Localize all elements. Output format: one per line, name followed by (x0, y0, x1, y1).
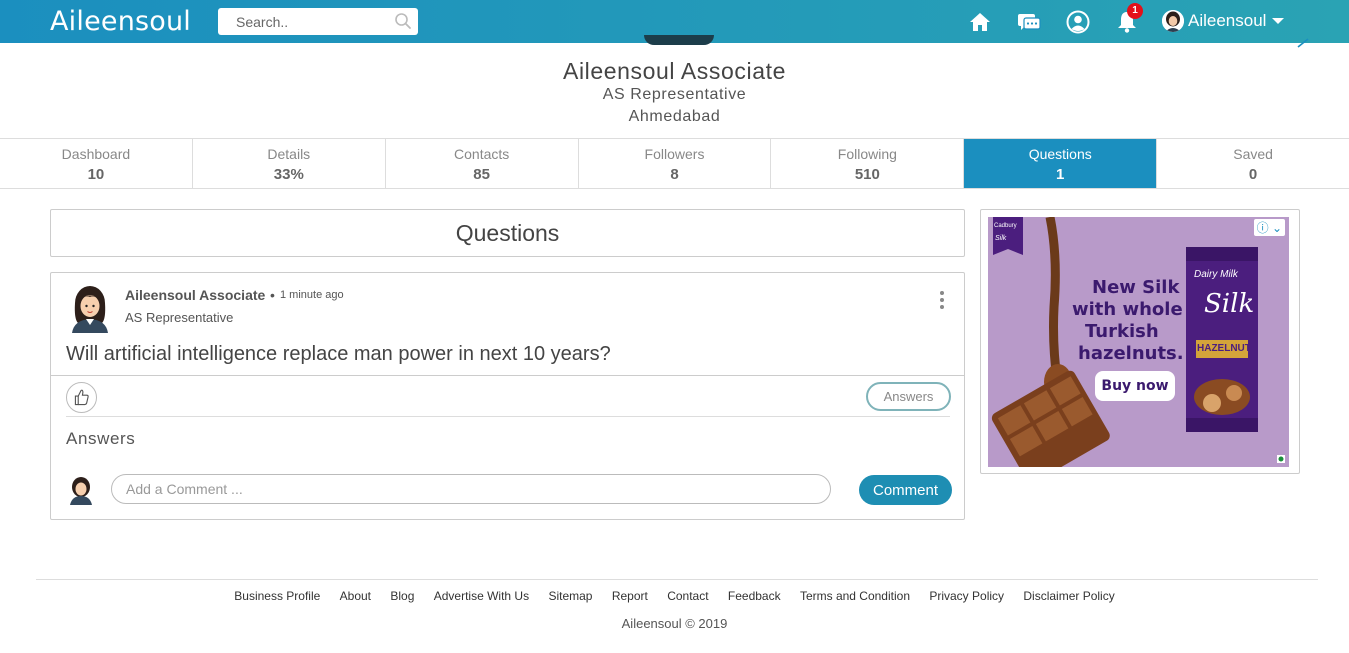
commenter-avatar (70, 477, 92, 505)
footer-links: Business Profile About Blog Advertise Wi… (0, 589, 1349, 603)
profile-stats-tabs: Dashboard 10 Details 33% Contacts 85 Follow… (0, 138, 1349, 189)
tab-followers[interactable]: Followers 8 (579, 139, 772, 188)
footer-link-business-profile[interactable]: Business Profile (234, 589, 320, 603)
more-options-icon[interactable] (939, 291, 945, 311)
tab-label: Saved (1233, 146, 1273, 162)
footer-link-report[interactable]: Report (612, 589, 648, 603)
author-name[interactable]: Aileensoul Associate (125, 287, 265, 303)
footer-link-about[interactable]: About (340, 589, 371, 603)
author-role: AS Representative (125, 310, 234, 325)
chevron-down-icon (1272, 18, 1285, 24)
ad-info-icon[interactable]: ⓘ ⌄ (1253, 219, 1285, 236)
ad-banner[interactable]: New Silk with whole Turkish hazelnuts. B… (988, 217, 1289, 467)
answers-button[interactable]: Answers (866, 382, 951, 411)
ad-product-brand: Dairy Milk (1194, 269, 1238, 280)
search-input[interactable] (218, 8, 418, 35)
ad-headline-2: with whole (1072, 299, 1183, 320)
footer-divider (36, 579, 1318, 580)
question-text[interactable]: Will artificial intelligence replace man… (66, 343, 611, 366)
footer-link-advertise[interactable]: Advertise With Us (434, 589, 529, 603)
divider (51, 375, 964, 376)
footer-link-blog[interactable]: Blog (390, 589, 414, 603)
brand-logo[interactable]: Aileensoul (50, 6, 191, 37)
comment-button[interactable]: Comment (859, 475, 952, 505)
ad-headline-1: New Silk (1092, 277, 1180, 298)
question-card: Aileensoul Associate • 1 minute ago AS R… (50, 272, 965, 520)
tab-count: 85 (473, 166, 490, 183)
ad-buy-now-button[interactable]: Buy now (1095, 371, 1175, 401)
ad-product-variant: HAZELNUT (1197, 343, 1251, 354)
footer-link-sitemap[interactable]: Sitemap (548, 589, 592, 603)
user-menu[interactable]: Aileensoul (1162, 9, 1285, 33)
contacts-icon[interactable] (1065, 9, 1091, 35)
separator-dot: • (270, 287, 275, 303)
tab-details[interactable]: Details 33% (193, 139, 386, 188)
search-box (218, 8, 418, 35)
profile-name: Aileensoul Associate (563, 58, 786, 84)
advertisement-box: New Silk with whole Turkish hazelnuts. B… (980, 209, 1300, 474)
search-icon[interactable] (394, 12, 412, 30)
tab-count: 33% (273, 166, 304, 183)
thumbs-up-icon (74, 389, 89, 406)
tab-count: 510 (854, 166, 880, 183)
post-time: 1 minute ago (280, 289, 344, 301)
tab-contacts[interactable]: Contacts 85 (386, 139, 579, 188)
author-avatar[interactable] (68, 283, 112, 333)
ad-headline-3: Turkish (1085, 321, 1159, 342)
copyright: Aileensoul © 2019 (621, 616, 728, 631)
ad-artwork (988, 217, 1289, 467)
like-button[interactable] (66, 382, 97, 413)
footer-link-contact[interactable]: Contact (667, 589, 708, 603)
profile-picture-edge (644, 35, 714, 45)
tab-count: 10 (87, 166, 105, 183)
ad-maker-label: Cadbury (994, 223, 1017, 229)
tab-label: Details (267, 146, 311, 162)
footer-link-terms[interactable]: Terms and Condition (800, 589, 910, 603)
tab-label: Contacts (454, 146, 510, 162)
tab-questions[interactable]: Questions 1 (964, 139, 1158, 188)
tab-label: Followers (644, 146, 705, 162)
ad-headline-4: hazelnuts. (1078, 343, 1184, 364)
tab-count: 8 (670, 166, 679, 183)
tab-label: Dashboard (61, 146, 131, 162)
profile-city: Ahmedabad (628, 108, 721, 125)
ad-product-name: Silk (1204, 289, 1255, 319)
ad-corner-silk: Silk (995, 235, 1007, 242)
tab-label: Questions (1028, 146, 1092, 162)
footer-link-disclaimer[interactable]: Disclaimer Policy (1023, 589, 1114, 603)
tab-count: 0 (1248, 166, 1258, 183)
user-avatar (1162, 10, 1184, 32)
notification-badge: 1 (1127, 3, 1143, 19)
tab-dashboard[interactable]: Dashboard 10 (0, 139, 193, 188)
footer-link-privacy[interactable]: Privacy Policy (929, 589, 1004, 603)
tab-label: Following (837, 146, 897, 162)
messages-icon[interactable] (1016, 9, 1042, 35)
answers-heading: Answers (66, 429, 136, 448)
comment-input[interactable] (111, 474, 831, 504)
user-name: Aileensoul (1188, 11, 1267, 30)
tab-count: 1 (1056, 166, 1065, 183)
footer-link-feedback[interactable]: Feedback (728, 589, 781, 603)
profile-title: AS Representative (602, 86, 747, 103)
tab-following[interactable]: Following 510 (771, 139, 965, 188)
questions-heading: Questions (50, 209, 965, 257)
tab-saved[interactable]: Saved 0 (1157, 139, 1349, 188)
edit-pencil-icon[interactable] (1296, 38, 1310, 48)
divider (66, 416, 950, 417)
home-icon[interactable] (967, 9, 993, 35)
